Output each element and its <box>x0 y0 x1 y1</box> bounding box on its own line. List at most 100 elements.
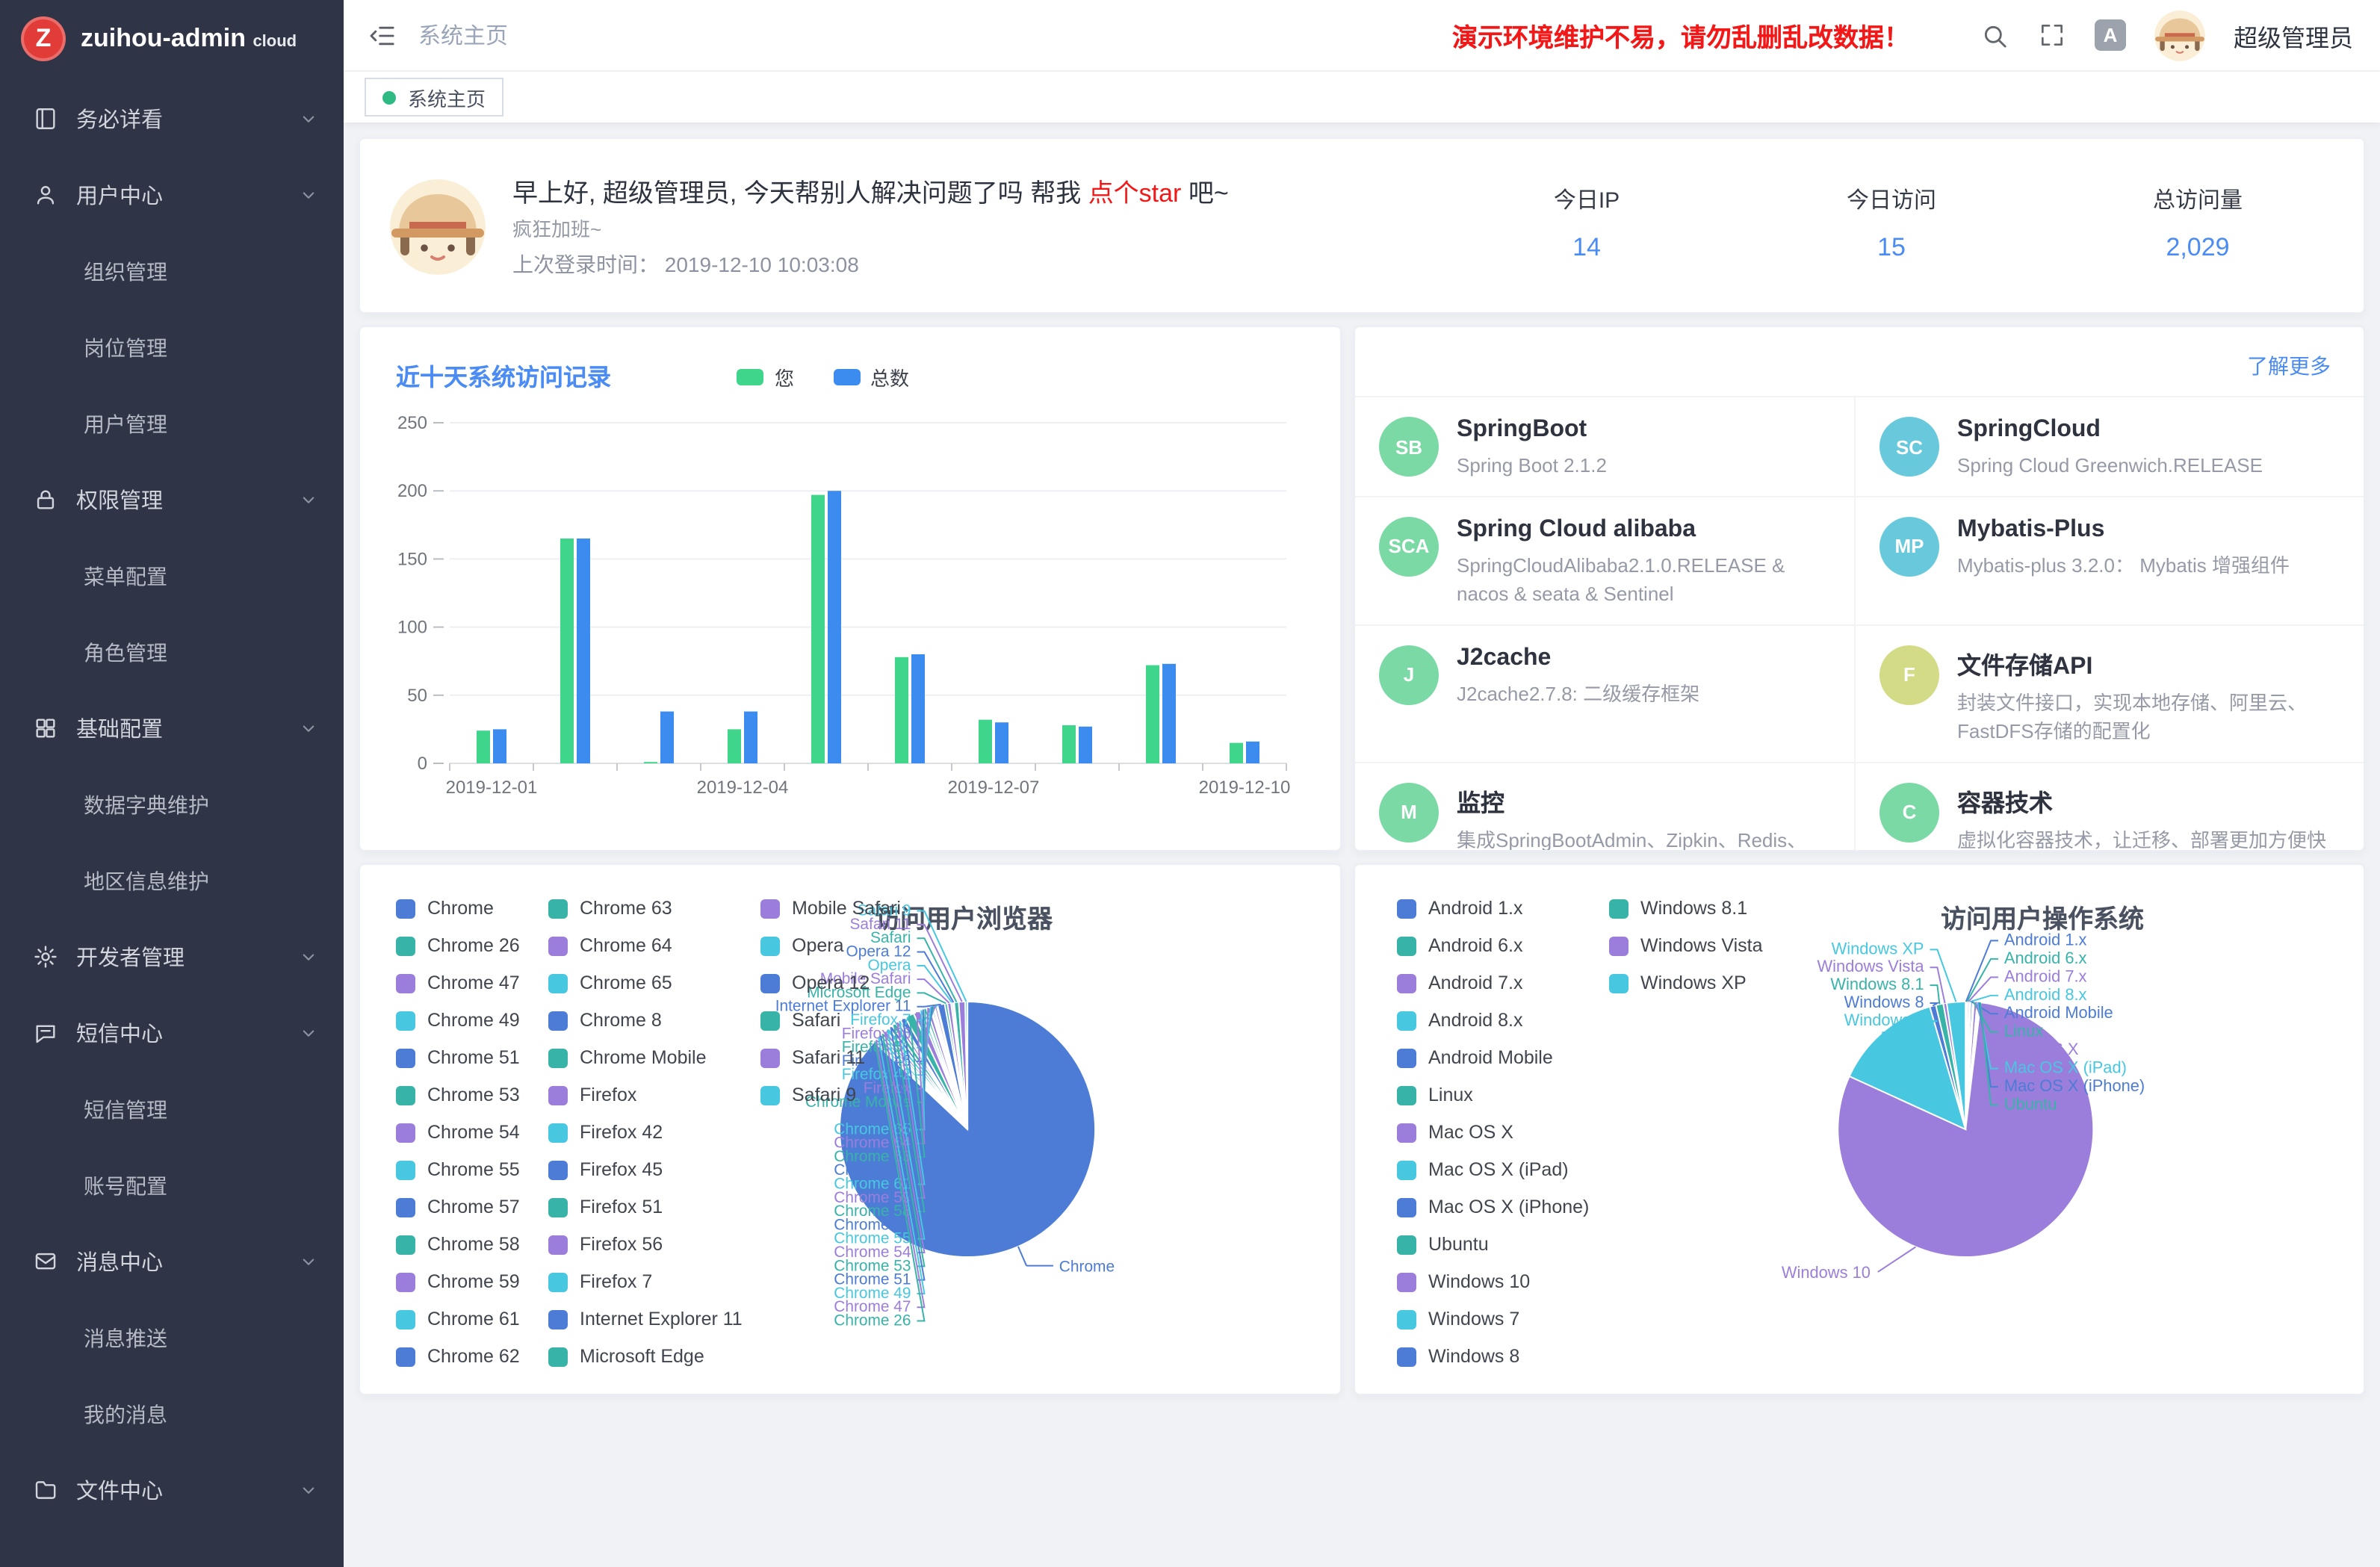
username[interactable]: 超级管理员 <box>2234 17 2353 53</box>
browser-legend-safari-9[interactable]: Safari 9 <box>760 1085 901 1105</box>
star-link[interactable]: 点个star <box>1088 179 1182 208</box>
browser-legend-firefox[interactable]: Firefox <box>548 1085 743 1105</box>
browser-legend-safari[interactable]: Safari <box>760 1010 901 1031</box>
bar--2019-12-04[interactable] <box>728 729 741 763</box>
sidebar-item-[interactable]: 务必详看 <box>0 81 344 157</box>
browser-legend-chrome-53[interactable]: Chrome 53 <box>396 1085 520 1105</box>
browser-legend-chrome-61[interactable]: Chrome 61 <box>396 1309 520 1329</box>
browser-legend-microsoft-edge[interactable]: Microsoft Edge <box>548 1346 743 1367</box>
os-legend-windows-8-1[interactable]: Windows 8.1 <box>1609 898 1763 919</box>
bar--2019-12-05[interactable] <box>828 491 841 763</box>
sidebar-item-[interactable]: 权限管理 <box>0 462 344 538</box>
app-logo[interactable]: Z zuihou-admin cloud <box>0 0 344 78</box>
browser-legend-chrome-65[interactable]: Chrome 65 <box>548 972 743 993</box>
os-legend-ubuntu[interactable]: Ubuntu <box>1397 1234 1589 1255</box>
browser-legend-firefox-56[interactable]: Firefox 56 <box>548 1234 743 1255</box>
sidebar-subitem-[interactable]: 我的消息 <box>0 1376 344 1452</box>
browser-legend-chrome-62[interactable]: Chrome 62 <box>396 1346 520 1367</box>
os-legend-android-8-x[interactable]: Android 8.x <box>1397 1010 1589 1031</box>
sidebar-subitem-[interactable]: 角色管理 <box>0 614 344 690</box>
os-legend-linux[interactable]: Linux <box>1397 1085 1589 1105</box>
sidebar-item-[interactable]: 基础配置 <box>0 690 344 766</box>
user-avatar[interactable] <box>2154 10 2205 60</box>
browser-legend-chrome-mobile[interactable]: Chrome Mobile <box>548 1047 743 1068</box>
browser-legend-chrome-58[interactable]: Chrome 58 <box>396 1234 520 1255</box>
os-legend-mac-os-x-iphone[interactable]: Mac OS X (iPhone) <box>1397 1197 1589 1217</box>
sidebar-subitem-[interactable]: 组织管理 <box>0 233 344 309</box>
sidebar-subitem-[interactable]: 地区信息维护 <box>0 843 344 919</box>
browser-legend-firefox-42[interactable]: Firefox 42 <box>548 1122 743 1143</box>
bar--2019-12-10[interactable] <box>1246 742 1259 763</box>
bar--2019-12-03[interactable] <box>660 712 674 763</box>
bar--2019-12-09[interactable] <box>1146 665 1159 763</box>
bar--2019-12-04[interactable] <box>744 712 757 763</box>
bar--2019-12-08[interactable] <box>1062 725 1076 763</box>
font-size-icon[interactable]: A <box>2095 19 2126 51</box>
bar--2019-12-01[interactable] <box>493 729 506 763</box>
sidebar-item-[interactable]: 消息中心 <box>0 1223 344 1300</box>
bar--2019-12-09[interactable] <box>1162 664 1176 763</box>
browser-legend-chrome-59[interactable]: Chrome 59 <box>396 1271 520 1292</box>
sidebar-subitem-[interactable]: 用户管理 <box>0 385 344 462</box>
tab-home[interactable]: 系统主页 <box>365 78 503 117</box>
bar--2019-12-07[interactable] <box>979 720 992 763</box>
browser-legend-chrome-63[interactable]: Chrome 63 <box>548 898 743 919</box>
bar--2019-12-01[interactable] <box>477 730 490 763</box>
browser-legend-chrome-8[interactable]: Chrome 8 <box>548 1010 743 1031</box>
os-legend-android-7-x[interactable]: Android 7.x <box>1397 972 1589 993</box>
pie-label: Mac OS X (iPad) <box>2004 1058 2127 1077</box>
menu-fold-button[interactable] <box>368 20 397 50</box>
os-legend-windows-7[interactable]: Windows 7 <box>1397 1309 1589 1329</box>
os-legend-android-mobile[interactable]: Android Mobile <box>1397 1047 1589 1068</box>
sidebar-item-[interactable]: 开发者管理 <box>0 919 344 995</box>
os-legend-android-1-x[interactable]: Android 1.x <box>1397 898 1589 919</box>
search-icon[interactable] <box>1980 20 2009 50</box>
browser-legend-opera-12[interactable]: Opera 12 <box>760 972 901 993</box>
os-legend-windows-10[interactable]: Windows 10 <box>1397 1271 1589 1292</box>
bar--2019-12-06[interactable] <box>895 657 908 763</box>
sidebar-subitem-[interactable]: 岗位管理 <box>0 309 344 385</box>
browser-legend-opera[interactable]: Opera <box>760 935 901 956</box>
bar--2019-12-08[interactable] <box>1079 727 1092 763</box>
os-legend-mac-os-x[interactable]: Mac OS X <box>1397 1122 1589 1143</box>
bar--2019-12-07[interactable] <box>995 722 1008 763</box>
browser-legend-firefox-45[interactable]: Firefox 45 <box>548 1159 743 1180</box>
bar--2019-12-05[interactable] <box>811 495 825 763</box>
fullscreen-icon[interactable] <box>2038 21 2066 49</box>
os-legend-windows-8[interactable]: Windows 8 <box>1397 1346 1589 1367</box>
browser-legend-chrome-55[interactable]: Chrome 55 <box>396 1159 520 1180</box>
breadcrumb[interactable]: 系统主页 <box>418 19 508 51</box>
browser-legend-mobile-safari[interactable]: Mobile Safari <box>760 898 901 919</box>
bar--2019-12-03[interactable] <box>644 762 657 763</box>
browser-legend-chrome-47[interactable]: Chrome 47 <box>396 972 520 993</box>
bar--2019-12-02[interactable] <box>560 539 574 763</box>
sidebar-subitem-[interactable]: 短信管理 <box>0 1071 344 1147</box>
browser-legend-firefox-7[interactable]: Firefox 7 <box>548 1271 743 1292</box>
browser-legend-chrome-26[interactable]: Chrome 26 <box>396 935 520 956</box>
legend-swatch <box>760 936 780 955</box>
bar--2019-12-06[interactable] <box>911 654 925 763</box>
browser-legend-chrome-51[interactable]: Chrome 51 <box>396 1047 520 1068</box>
os-legend-android-6-x[interactable]: Android 6.x <box>1397 935 1589 956</box>
browser-legend-chrome-54[interactable]: Chrome 54 <box>396 1122 520 1143</box>
browser-legend-chrome-49[interactable]: Chrome 49 <box>396 1010 520 1031</box>
sidebar-subitem-[interactable]: 消息推送 <box>0 1300 344 1376</box>
sidebar-subitem-[interactable]: 账号配置 <box>0 1147 344 1223</box>
sidebar-item-[interactable]: 用户中心 <box>0 157 344 233</box>
bar--2019-12-10[interactable] <box>1230 743 1243 763</box>
browser-legend-chrome-64[interactable]: Chrome 64 <box>548 935 743 956</box>
os-legend-windows-vista[interactable]: Windows Vista <box>1609 935 1763 956</box>
sidebar-item-[interactable]: 文件中心 <box>0 1452 344 1528</box>
sidebar-subitem-[interactable]: 数据字典维护 <box>0 766 344 843</box>
learn-more-link[interactable]: 了解更多 <box>2247 351 2331 381</box>
browser-legend-chrome[interactable]: Chrome <box>396 898 520 919</box>
browser-legend-safari-11[interactable]: Safari 11 <box>760 1047 901 1068</box>
bar--2019-12-02[interactable] <box>577 539 590 763</box>
browser-legend-internet-explorer-11[interactable]: Internet Explorer 11 <box>548 1309 743 1329</box>
sidebar-subitem-[interactable]: 菜单配置 <box>0 538 344 614</box>
browser-legend-chrome-57[interactable]: Chrome 57 <box>396 1197 520 1217</box>
os-legend-mac-os-x-ipad[interactable]: Mac OS X (iPad) <box>1397 1159 1589 1180</box>
browser-legend-firefox-51[interactable]: Firefox 51 <box>548 1197 743 1217</box>
os-legend-windows-xp[interactable]: Windows XP <box>1609 972 1763 993</box>
sidebar-item-[interactable]: 短信中心 <box>0 995 344 1071</box>
